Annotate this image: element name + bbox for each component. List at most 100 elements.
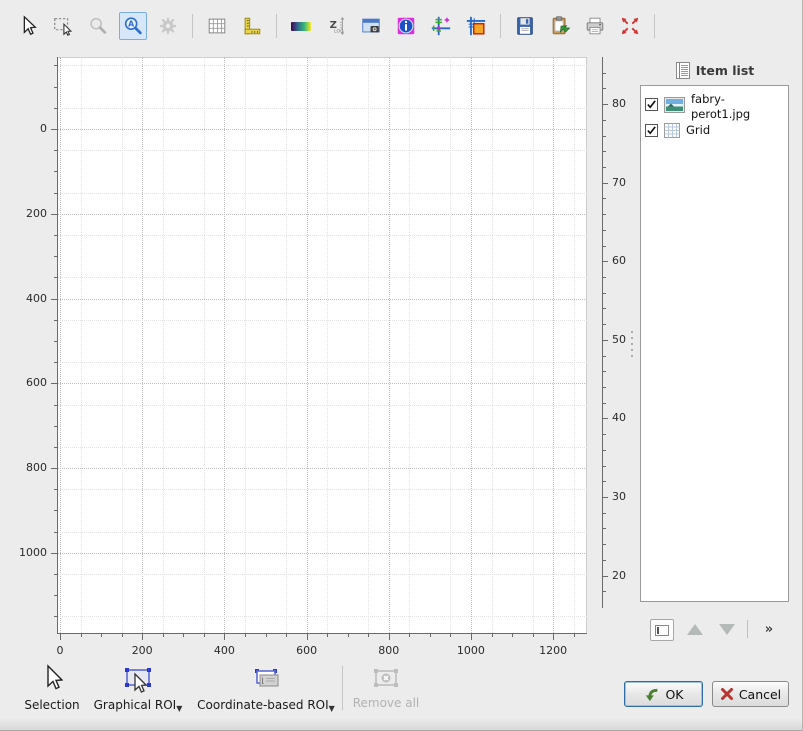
zoom-tool-button	[84, 12, 112, 40]
gridline-minor	[57, 108, 587, 109]
colorbar-minor-tick	[603, 277, 606, 278]
y-axis-tick-label: 600	[0, 376, 47, 389]
z-log-scale-tool-button[interactable]: ZLOG	[322, 12, 350, 40]
colorbar-tick	[603, 183, 608, 184]
item-checkbox[interactable]	[645, 124, 658, 137]
grid-item-icon	[664, 123, 680, 138]
copy-to-clipboard-tool-button[interactable]	[546, 12, 574, 40]
colormap-tool-button[interactable]	[287, 12, 315, 40]
chevron-double-right-icon: »	[765, 622, 773, 637]
list-item-image[interactable]: fabry-perot1.jpg	[645, 92, 777, 122]
colorbar-minor-tick	[603, 371, 606, 372]
x-axis-minor-tick	[533, 634, 534, 637]
parameters-icon	[655, 625, 669, 636]
plot-toolbar: A ZLOG	[14, 11, 658, 41]
selection-cursor-icon	[41, 664, 63, 694]
y-axis-tick-label: 200	[0, 207, 47, 220]
window-bottom-edge	[0, 718, 802, 730]
item-list-header: Item list	[640, 62, 790, 79]
splitter-dot	[631, 355, 633, 357]
item-label: fabry-perot1.jpg	[691, 92, 777, 122]
x-axis-minor-tick	[368, 634, 369, 637]
colorbar-minor-tick	[603, 151, 606, 152]
print-tool-button[interactable]	[581, 12, 609, 40]
settings-tool-button	[154, 12, 182, 40]
average-cross-section-icon	[465, 15, 487, 37]
item-parameters-button[interactable]	[650, 619, 674, 641]
x-axis-minor-tick	[122, 634, 123, 637]
rectangle-selection-tool-button[interactable]	[49, 12, 77, 40]
x-axis-minor-tick	[348, 634, 349, 637]
toolbar-separator	[342, 666, 343, 710]
x-axis-tick-label: 600	[287, 644, 327, 657]
item-list[interactable]: fabry-perot1.jpg Grid	[640, 85, 789, 602]
colorbar-minor-tick	[603, 324, 606, 325]
colorbar-minor-tick	[603, 308, 606, 309]
colorbar-tick-label: 30	[612, 490, 636, 503]
colorbar-minor-tick	[603, 560, 606, 561]
up-arrow-icon	[687, 624, 703, 635]
move-item-down-button	[716, 619, 738, 639]
grid-tool-button[interactable]	[203, 12, 231, 40]
fit-to-window-tool-button[interactable]	[616, 12, 644, 40]
graphical-roi-button[interactable]: Graphical ROI▼	[93, 666, 183, 713]
colorbar-minor-tick	[603, 387, 606, 388]
x-axis-tick	[224, 634, 225, 640]
zoom-icon	[87, 15, 109, 37]
colorbar-tick	[603, 497, 608, 498]
x-axis-minor-tick	[245, 634, 246, 637]
colorbar-minor-tick	[603, 120, 606, 121]
colorbar-tick	[603, 340, 608, 341]
y-axis-minor-tick	[54, 87, 57, 88]
save-icon	[514, 15, 536, 37]
colorbar-minor-tick	[603, 214, 606, 215]
check-icon	[646, 125, 657, 136]
selection-tool-button[interactable]: Selection	[12, 664, 92, 712]
average-cross-section-tool-button[interactable]	[462, 12, 490, 40]
y-axis-minor-tick	[54, 447, 57, 448]
y-axis-minor-tick	[54, 426, 57, 427]
save-tool-button[interactable]	[511, 12, 539, 40]
list-item-grid[interactable]: Grid	[645, 123, 772, 138]
y-axis-tick-label: 800	[0, 461, 47, 474]
y-axis-minor-tick	[54, 235, 57, 236]
pointer-tool-button[interactable]	[14, 12, 42, 40]
y-axis-line	[57, 57, 58, 634]
x-axis-minor-tick	[101, 634, 102, 637]
ok-button[interactable]: OK	[624, 681, 703, 707]
colorbar-minor-tick	[603, 293, 606, 294]
item-list-title: Item list	[696, 63, 754, 78]
fabry-perot-image[interactable]	[60, 129, 586, 563]
z-log-icon: ZLOG	[325, 15, 347, 37]
y-axis-minor-tick	[54, 532, 57, 533]
item-checkbox[interactable]	[645, 98, 658, 111]
splitter-dot	[631, 331, 633, 333]
colorbar-tick	[603, 576, 608, 577]
image-snapshot-tool-button[interactable]	[357, 12, 385, 40]
toolbar-separator	[192, 14, 193, 38]
colorbar[interactable]	[589, 57, 602, 607]
colorbar-minor-tick	[603, 544, 606, 545]
colorbar-minor-tick	[603, 167, 606, 168]
x-axis-tick	[553, 634, 554, 640]
ruler-tool-button[interactable]	[238, 12, 266, 40]
x-axis-minor-tick	[492, 634, 493, 637]
cross-section-tool-button[interactable]	[427, 12, 455, 40]
coordinate-roi-button[interactable]: Coordinate-based ROI▼	[196, 666, 336, 713]
colorbar-minor-tick	[603, 198, 606, 199]
cancel-button[interactable]: Cancel	[712, 681, 789, 707]
y-axis-minor-tick	[54, 616, 57, 617]
autoscale-tool-button[interactable]: A	[119, 12, 147, 40]
dropdown-arrow-icon: ▼	[329, 704, 335, 713]
x-axis-minor-tick	[430, 634, 431, 637]
gridline-minor	[57, 65, 587, 66]
y-axis-minor-tick	[54, 595, 57, 596]
x-axis-tick	[389, 634, 390, 640]
colorbar-minor-tick	[603, 450, 606, 451]
image-info-tool-button[interactable]	[392, 12, 420, 40]
splitter-dot	[631, 343, 633, 345]
graphical-roi-label: Graphical ROI	[94, 698, 177, 712]
y-axis-minor-tick	[54, 150, 57, 151]
print-icon	[584, 15, 606, 37]
toolbar-extension-button[interactable]: »	[758, 619, 780, 639]
